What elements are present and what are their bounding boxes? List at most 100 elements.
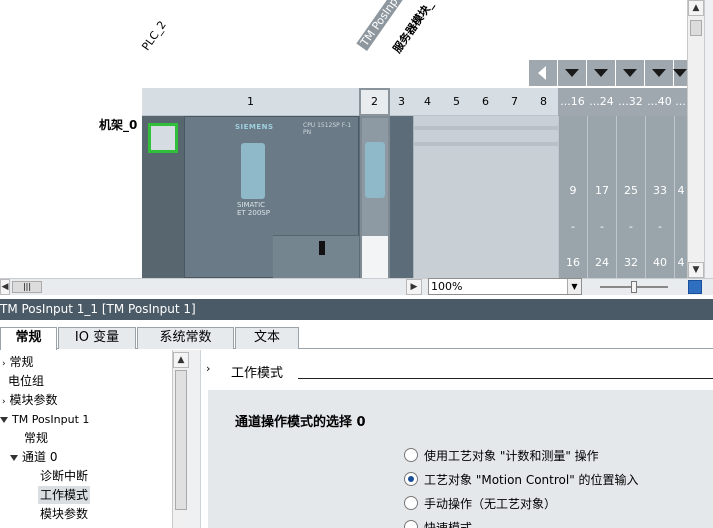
io-column-top: 25 xyxy=(624,184,638,197)
expand-arrow[interactable] xyxy=(558,60,586,86)
scroll-thumb[interactable] xyxy=(690,20,702,36)
cpu-model-line2: ET 200SP xyxy=(237,209,270,217)
expand-arrow[interactable] xyxy=(645,60,673,86)
slot-number[interactable]: 4 xyxy=(413,88,442,116)
parameter-tree[interactable]: › 常规 电位组 › 模块参数 TM PosInput 1 常规 通道 0 诊断… xyxy=(0,350,172,528)
radio-counting-measuring[interactable] xyxy=(404,448,418,462)
io-column[interactable]: 4 4 xyxy=(674,116,687,278)
tree-vscrollbar[interactable]: ▲ xyxy=(172,350,189,528)
zoom-slider-handle[interactable] xyxy=(631,281,637,293)
slot-number[interactable]: 3 xyxy=(390,88,413,116)
slot-number[interactable]: 6 xyxy=(471,88,500,116)
io-column[interactable]: 9 - 16 xyxy=(558,116,587,278)
server-module[interactable] xyxy=(390,116,413,278)
group-title: 通道操作模式的选择 0 xyxy=(235,415,366,430)
chevron-down-icon xyxy=(673,69,687,77)
tab-general[interactable]: 常规 xyxy=(0,327,57,350)
overview-navigation-icon[interactable] xyxy=(688,280,702,294)
io-column-bottom: 4 xyxy=(677,256,685,269)
slot-number[interactable]: ...16 xyxy=(558,88,587,116)
radio-motion-control[interactable] xyxy=(404,472,418,486)
tree-item-diagnostic-interrupt[interactable]: 诊断中断 xyxy=(40,467,88,485)
expand-arrow[interactable] xyxy=(616,60,644,86)
io-column[interactable]: 17 - 24 xyxy=(587,116,616,278)
ethernet-port-icon[interactable] xyxy=(148,123,178,153)
section-title: 工作模式 xyxy=(231,366,284,381)
io-column-top: 4 xyxy=(677,184,685,197)
zoom-value: 100% xyxy=(431,280,463,293)
slot-number[interactable]: ...40 xyxy=(645,88,674,116)
cpu-header: CPU 1512SP F-1 PN xyxy=(303,122,352,136)
device-vscrollbar[interactable]: ▲ ▼ xyxy=(687,0,704,278)
zoom-select[interactable]: 100% ▼ xyxy=(428,278,582,295)
tree-item-tm-posinput[interactable]: TM PosInput 1 xyxy=(0,410,89,428)
slot-number[interactable]: 7 xyxy=(500,88,529,116)
caret-down-icon xyxy=(10,454,18,461)
slot-number[interactable]: ... xyxy=(674,88,687,116)
inspector-title: TM PosInput 1_1 [TM PosInput 1] xyxy=(0,299,713,320)
tab-io-tags[interactable]: IO 变量 xyxy=(58,327,136,349)
ghost-line xyxy=(414,126,558,130)
section-header: › 工作模式 xyxy=(202,360,713,381)
io-column-bottom: 32 xyxy=(624,256,638,269)
slot-number[interactable]: 8 xyxy=(529,88,558,116)
slot-number[interactable]: 1 xyxy=(142,88,359,116)
expand-arrow[interactable] xyxy=(673,60,687,86)
scroll-up-button[interactable]: ▲ xyxy=(688,0,704,16)
side-panel-edge[interactable] xyxy=(704,0,713,278)
station-label-plc: PLC_2 xyxy=(139,18,169,53)
tree-item-module-params-sub[interactable]: 模块参数 xyxy=(40,505,88,523)
cpu-module[interactable]: SIEMENS CPU 1512SP F-1 PN SIMATIC ET 200… xyxy=(184,116,359,278)
empty-slots[interactable] xyxy=(413,116,558,278)
cpu-model-line1: SIMATIC xyxy=(237,201,266,209)
tab-texts[interactable]: 文本 xyxy=(235,327,299,349)
radio-fast-mode[interactable] xyxy=(404,520,418,528)
expand-arrow[interactable] xyxy=(587,60,615,86)
tree-item-channel-0[interactable]: 通道 0 xyxy=(10,448,57,466)
tree-item-general[interactable]: › 常规 xyxy=(2,353,33,371)
ghost-line xyxy=(414,142,558,146)
io-column-mid: - xyxy=(600,220,604,233)
tree-item-operating-mode[interactable]: 工作模式 xyxy=(38,486,91,504)
scroll-left-arrow[interactable] xyxy=(529,60,557,86)
scroll-down-button[interactable]: ▼ xyxy=(688,262,704,278)
scroll-thumb[interactable] xyxy=(175,370,187,510)
device-view[interactable]: PLC_2 TM PosInput 服务器模块_ 1 2 3 4 5 6 7 8… xyxy=(0,0,713,278)
slot-number[interactable]: ...24 xyxy=(587,88,616,116)
chevron-down-icon[interactable]: ▼ xyxy=(567,279,581,294)
hscroll-right-button[interactable]: ▶ xyxy=(406,279,422,295)
slot-number[interactable]: 5 xyxy=(442,88,471,116)
slot-number[interactable]: 2 xyxy=(359,88,390,116)
device-view-statusbar: ◀ ||| ▶ xyxy=(0,278,713,295)
terminal-block xyxy=(362,236,388,278)
io-column-mid: - xyxy=(629,220,633,233)
chevron-right-icon[interactable]: › xyxy=(206,362,210,375)
radio-label: 快速模式 xyxy=(424,521,473,528)
chevron-down-icon xyxy=(594,69,608,77)
rack[interactable]: SIEMENS CPU 1512SP F-1 PN SIMATIC ET 200… xyxy=(142,116,687,278)
tm-posinput-module[interactable] xyxy=(360,116,390,278)
tab-system-constants[interactable]: 系统常数 xyxy=(137,327,234,349)
panel-splitter[interactable] xyxy=(189,350,201,528)
hscroll-left-button[interactable]: ◀ xyxy=(0,279,10,295)
chevron-down-icon xyxy=(652,69,666,77)
arrow-left-icon xyxy=(538,66,546,80)
io-column[interactable]: 33 - 40 xyxy=(645,116,674,278)
tree-item-general-sub[interactable]: 常规 xyxy=(24,429,48,447)
io-column[interactable]: 25 - 32 xyxy=(616,116,645,278)
io-column-mid: - xyxy=(658,220,662,233)
cpu-lower-panel xyxy=(273,235,359,278)
scroll-up-button[interactable]: ▲ xyxy=(173,352,189,368)
module-display-icon xyxy=(365,142,385,198)
io-column-mid: - xyxy=(571,220,575,233)
chevron-down-icon xyxy=(565,69,579,77)
tree-item-potential-group[interactable]: 电位组 xyxy=(8,372,44,390)
cpu-brand: SIEMENS xyxy=(235,123,274,131)
hscroll-thumb[interactable]: ||| xyxy=(12,281,42,293)
tree-item-module-params[interactable]: › 模块参数 xyxy=(2,391,57,409)
radio-manual-operation[interactable] xyxy=(404,496,418,510)
radio-label: 使用工艺对象 "计数和测量" 操作 xyxy=(424,449,599,463)
caret-down-icon xyxy=(0,416,8,423)
io-column-bottom: 16 xyxy=(566,256,580,269)
slot-number[interactable]: ...32 xyxy=(616,88,645,116)
